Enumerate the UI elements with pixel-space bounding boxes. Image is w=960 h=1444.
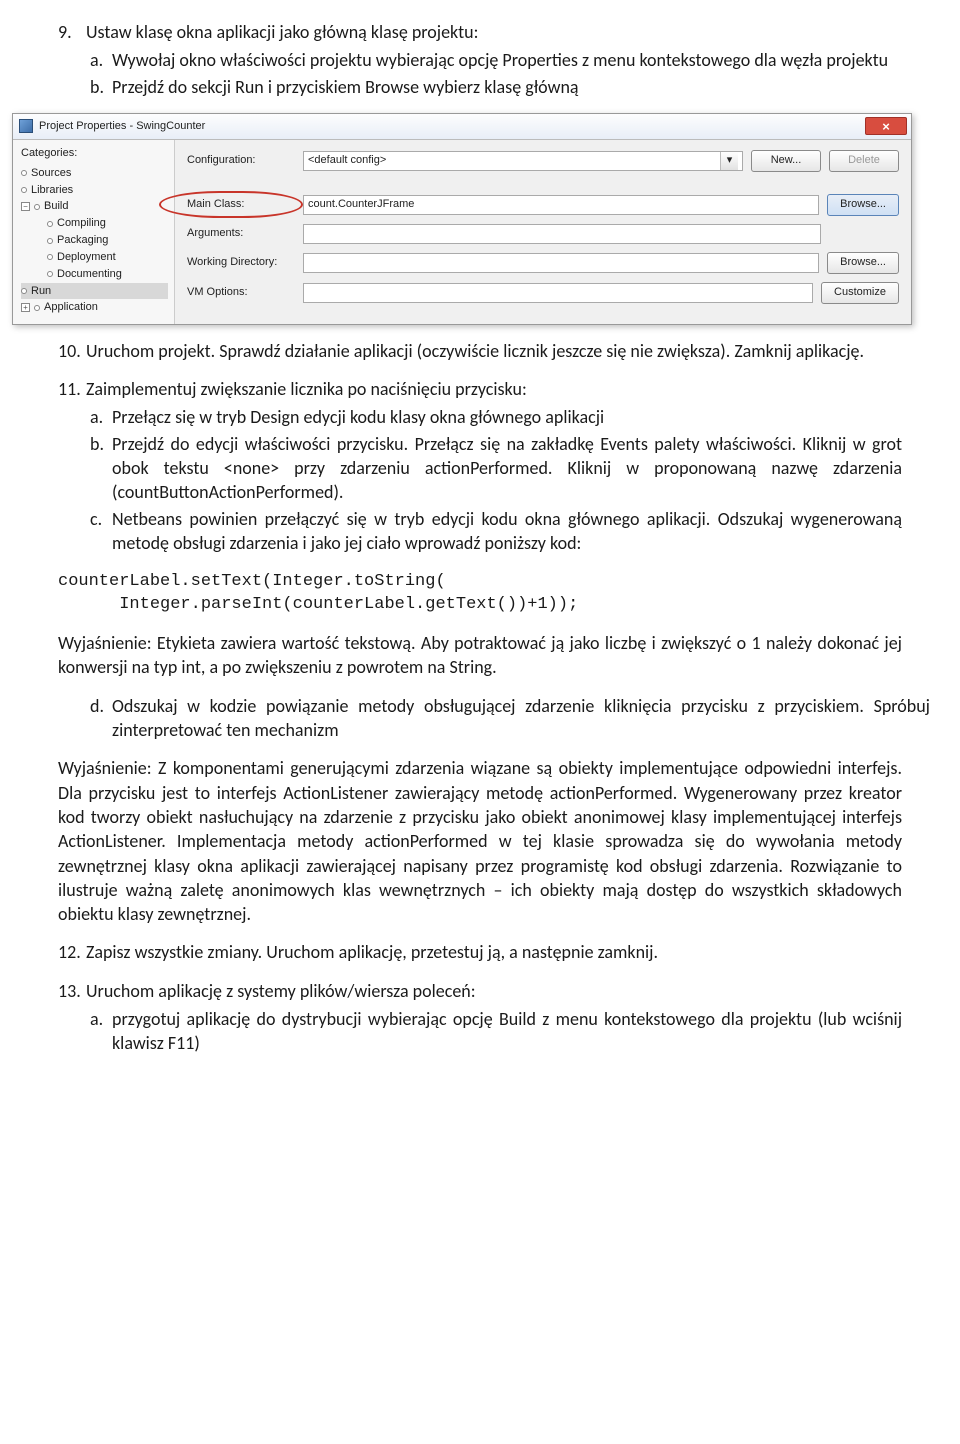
step-10-text: Uruchom projekt. Sprawdź działanie aplik… <box>86 339 902 363</box>
step-13-head: Uruchom aplikację z systemy plików/wiers… <box>86 979 902 1003</box>
browse-button[interactable]: Browse... <box>827 194 899 216</box>
step-9: 9. Ustaw klasę okna aplikacji jako główn… <box>58 20 902 101</box>
tree-run[interactable]: Run <box>21 283 168 300</box>
step-11a-letter: a. <box>86 405 112 429</box>
step-10: 10. Uruchom projekt. Sprawdź działanie a… <box>58 339 902 363</box>
step-9-number: 9. <box>58 20 86 101</box>
arguments-field[interactable] <box>303 224 821 244</box>
dialog-titlebar[interactable]: Project Properties - SwingCounter × <box>13 114 911 140</box>
workdir-field[interactable] <box>303 253 819 273</box>
expand-icon[interactable]: + <box>21 303 30 312</box>
step-13a-letter: a. <box>86 1007 112 1056</box>
step-12-number: 12. <box>58 940 86 964</box>
step-11c-text: Netbeans powinien przełączyć się w tryb … <box>112 507 902 556</box>
explanation-1: Wyjaśnienie: Etykieta zawiera wartość te… <box>58 631 902 680</box>
tree-libraries[interactable]: Libraries <box>21 182 168 199</box>
step-11d-letter: d. <box>86 694 112 743</box>
step-11d-text: Odszukaj w kodzie powiązanie metody obsł… <box>112 694 930 743</box>
step-11: 11. Zaimplementuj zwiększanie licznika p… <box>58 377 902 557</box>
form-panel: Configuration: <default config> ▾ New...… <box>175 140 911 324</box>
step-9a-letter: a. <box>86 48 112 72</box>
chevron-down-icon[interactable]: ▾ <box>720 152 738 170</box>
config-combo[interactable]: <default config> ▾ <box>303 151 743 171</box>
step-9b-text: Przejdź do sekcji Run i przyciskiem Brow… <box>112 75 902 99</box>
customize-button[interactable]: Customize <box>821 282 899 304</box>
step-11-number: 11. <box>58 377 86 557</box>
workdir-label: Working Directory: <box>187 255 295 270</box>
tree-build[interactable]: −Build <box>21 198 168 215</box>
step-11-head: Zaimplementuj zwiększanie licznika po na… <box>86 377 902 401</box>
tree-deployment[interactable]: Deployment <box>21 249 168 266</box>
app-icon <box>19 119 33 133</box>
categories-label: Categories: <box>21 146 168 161</box>
mainclass-field[interactable]: count.CounterJFrame <box>303 195 819 215</box>
step-12-text: Zapisz wszystkie zmiany. Uruchom aplikac… <box>86 940 902 964</box>
tree-sources[interactable]: Sources <box>21 165 168 182</box>
delete-button: Delete <box>829 150 899 172</box>
code-snippet: counterLabel.setText(Integer.toString( I… <box>58 571 902 617</box>
close-icon[interactable]: × <box>865 117 907 135</box>
step-9b-letter: b. <box>86 75 112 99</box>
step-13: 13. Uruchom aplikację z systemy plików/w… <box>58 979 902 1058</box>
step-9-head: Ustaw klasę okna aplikacji jako główną k… <box>86 20 902 44</box>
tree-documenting[interactable]: Documenting <box>21 266 168 283</box>
step-12: 12. Zapisz wszystkie zmiany. Uruchom apl… <box>58 940 902 964</box>
vmoptions-label: VM Options: <box>187 285 295 300</box>
arguments-label: Arguments: <box>187 226 295 241</box>
tree-compiling[interactable]: Compiling <box>21 215 168 232</box>
categories-panel: Categories: Sources Libraries −Build Com… <box>13 140 175 324</box>
project-properties-dialog: Project Properties - SwingCounter × Cate… <box>12 113 912 325</box>
tree-application[interactable]: +Application <box>21 299 168 316</box>
step-11a-text: Przełącz się w tryb Design edycji kodu k… <box>112 405 902 429</box>
step-11d: d. Odszukaj w kodzie powiązanie metody o… <box>58 694 902 743</box>
vmoptions-field[interactable] <box>303 283 813 303</box>
step-11b-text: Przejdź do edycji właściwości przycisku.… <box>112 432 902 505</box>
browse-workdir-button[interactable]: Browse... <box>827 252 899 274</box>
dialog-title: Project Properties - SwingCounter <box>39 119 205 134</box>
step-10-number: 10. <box>58 339 86 363</box>
new-button[interactable]: New... <box>751 150 821 172</box>
step-11c-letter: c. <box>86 507 112 556</box>
tree-packaging[interactable]: Packaging <box>21 232 168 249</box>
expand-icon[interactable]: − <box>21 202 30 211</box>
step-13-number: 13. <box>58 979 86 1058</box>
mainclass-label: Main Class: <box>187 197 295 212</box>
step-9a-text: Wywołaj okno właściwości projektu wybier… <box>112 48 902 72</box>
explanation-2: Wyjaśnienie: Z komponentami generującymi… <box>58 756 902 926</box>
step-13a-text: przygotuj aplikację do dystrybucji wybie… <box>112 1007 902 1056</box>
config-label: Configuration: <box>187 153 295 168</box>
step-11b-letter: b. <box>86 432 112 505</box>
